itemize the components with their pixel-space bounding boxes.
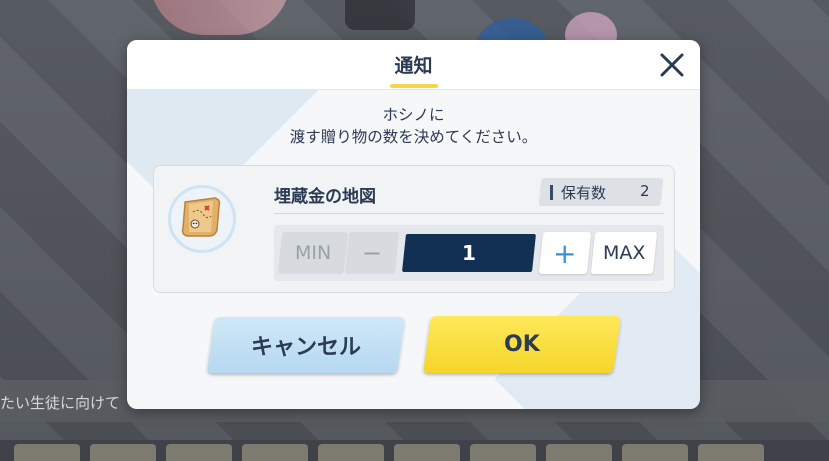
- owned-count-value: 2: [640, 182, 650, 200]
- min-button-label: MIN: [294, 242, 332, 264]
- max-button[interactable]: MAX: [590, 232, 658, 274]
- background-item-slot: [242, 444, 308, 461]
- title-underline: [390, 84, 438, 88]
- background-character: [345, 0, 415, 30]
- gift-quantity-dialog: 通知 ホシノに 渡す贈り物の数を決めてください。 埋蔵金の地図 保有数 2 MI…: [127, 40, 700, 409]
- dialog-message: ホシノに 渡す贈り物の数を決めてください。: [127, 104, 700, 148]
- cancel-button[interactable]: キャンセル: [207, 317, 405, 373]
- quantity-field[interactable]: 1: [402, 234, 536, 272]
- background-item-slot: [394, 444, 460, 461]
- background-item-slot: [622, 444, 688, 461]
- divider: [274, 213, 664, 214]
- background-hint-text: たい生徒に向けて: [0, 394, 121, 412]
- max-button-label: MAX: [602, 242, 646, 264]
- ok-button-label: OK: [504, 332, 540, 357]
- plus-icon: +: [553, 236, 577, 270]
- min-button[interactable]: MIN: [277, 232, 349, 274]
- background-item-slot: [470, 444, 536, 461]
- treasure-map-icon: [181, 197, 221, 237]
- decrement-button[interactable]: −: [344, 232, 400, 274]
- quantity-value: 1: [462, 241, 476, 265]
- minus-icon: −: [361, 239, 383, 267]
- background-item-slot: [90, 444, 156, 461]
- item-name: 埋蔵金の地図: [274, 187, 376, 207]
- cancel-button-label: キャンセル: [250, 335, 361, 360]
- background-character: [150, 0, 290, 35]
- dialog-title: 通知: [394, 55, 433, 77]
- background-item-slot: [318, 444, 384, 461]
- background-item-slot: [546, 444, 612, 461]
- background-item-slot: [14, 444, 80, 461]
- item-panel: 埋蔵金の地図 保有数 2 MIN − 1 + MAX: [153, 165, 675, 293]
- owned-badge-marker: [550, 185, 553, 200]
- background-item-slot: [166, 444, 232, 461]
- dialog-header: 通知: [127, 40, 700, 90]
- background-item-slot: [698, 444, 764, 461]
- increment-button[interactable]: +: [538, 232, 592, 274]
- close-button[interactable]: [657, 50, 687, 80]
- ok-button[interactable]: OK: [422, 316, 622, 373]
- message-line: ホシノに: [382, 106, 445, 124]
- message-line: 渡す贈り物の数を決めてください。: [289, 128, 538, 146]
- item-icon-frame: [168, 185, 236, 253]
- close-icon: [660, 53, 684, 77]
- owned-count-label: 保有数: [561, 184, 607, 202]
